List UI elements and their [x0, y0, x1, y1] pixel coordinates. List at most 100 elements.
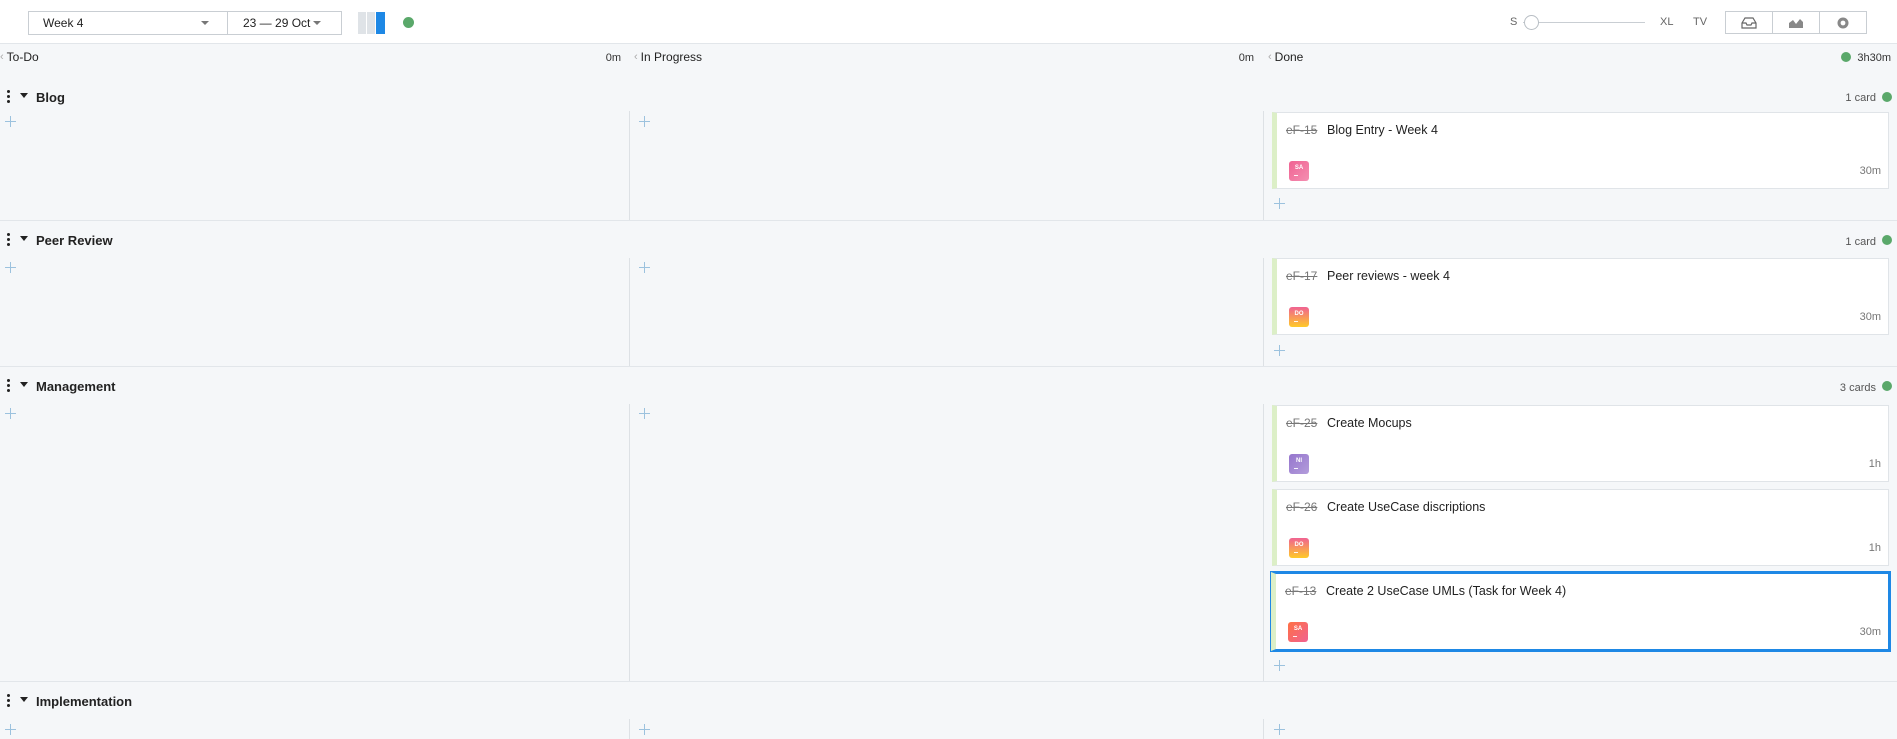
size-label-tv[interactable]: TV [1693, 16, 1707, 28]
week-select-value: Week 4 [43, 16, 84, 30]
lane-menu-icon[interactable] [7, 233, 11, 247]
column-divider [1263, 719, 1264, 739]
collapse-lane-icon[interactable] [20, 93, 28, 98]
assignee-avatar[interactable]: NI [1289, 454, 1309, 474]
task-card[interactable]: eF-25 Create Mocups NI 1h [1272, 405, 1889, 482]
swimlane-implementation: Implementation [0, 682, 1897, 739]
card-time: 30m [1859, 626, 1881, 638]
add-card-icon[interactable] [1274, 345, 1285, 356]
task-card[interactable]: eF-17 Peer reviews - week 4 DO 30m [1272, 258, 1889, 335]
add-card-icon[interactable] [5, 724, 16, 735]
column-status-dot [1841, 52, 1851, 62]
column-header-done[interactable]: ‹ Done [1268, 45, 1303, 69]
column-bar [358, 12, 366, 34]
card-id: eF-17 [1286, 269, 1318, 283]
date-range-select[interactable]: 23 — 29 Oct [227, 11, 342, 35]
lane-status-dot [1882, 235, 1892, 245]
task-card-selected[interactable]: eF-13 Create 2 UseCase UMLs (Task for We… [1271, 572, 1890, 651]
size-label-s: S [1510, 16, 1518, 28]
lane-title: Implementation [36, 694, 133, 709]
add-card-icon[interactable] [639, 116, 650, 127]
lane-menu-icon[interactable] [7, 90, 11, 104]
collapse-lane-icon[interactable] [20, 382, 28, 387]
settings-button[interactable] [1819, 11, 1867, 34]
add-card-icon[interactable] [5, 408, 16, 419]
column-divider [629, 404, 630, 681]
lane-menu-icon[interactable] [7, 694, 11, 708]
lane-card-count: 1 card [1845, 236, 1876, 248]
column-divider [629, 111, 630, 220]
column-divider [1263, 404, 1264, 681]
column-time: 0m [1238, 52, 1254, 64]
collapse-left-icon[interactable]: ‹ [1268, 51, 1272, 63]
collapse-lane-icon[interactable] [20, 697, 28, 702]
column-divider [629, 719, 630, 739]
add-card-icon[interactable] [1274, 660, 1285, 671]
statistics-button[interactable] [1772, 11, 1820, 34]
column-layout-toggle[interactable] [358, 12, 388, 34]
column-title: Done [1274, 50, 1304, 64]
task-card[interactable]: eF-26 Create UseCase discriptions DO 1h [1272, 489, 1889, 566]
lane-title: Management [36, 379, 116, 394]
inbox-button[interactable] [1725, 11, 1773, 34]
add-card-icon[interactable] [5, 262, 16, 273]
column-header-todo[interactable]: ‹ To-Do [0, 45, 39, 69]
lane-header: Blog 1 card [0, 81, 1897, 107]
card-id: eF-15 [1286, 123, 1318, 137]
add-card-icon[interactable] [1274, 724, 1285, 735]
card-size-slider-handle[interactable] [1524, 15, 1539, 30]
lane-title: Blog [36, 90, 65, 105]
card-title: Peer reviews - week 4 [1327, 269, 1450, 283]
column-divider [1263, 258, 1264, 366]
lane-header: Management 3 cards [0, 367, 1897, 394]
toolbar: Week 4 23 — 29 Oct S XL TV [0, 0, 1897, 44]
card-title: Create Mocups [1327, 416, 1412, 430]
task-card[interactable]: eF-15 Blog Entry - Week 4 SA 30m [1272, 112, 1889, 189]
sync-status-dot [403, 17, 414, 28]
card-title: Blog Entry - Week 4 [1327, 123, 1438, 137]
column-title: In Progress [640, 50, 703, 64]
collapse-lane-icon[interactable] [20, 236, 28, 241]
lane-title: Peer Review [36, 233, 113, 248]
column-title: To-Do [6, 50, 39, 64]
week-select[interactable]: Week 4 [28, 11, 228, 35]
collapse-left-icon[interactable]: ‹ [0, 51, 4, 63]
card-size-slider-track[interactable] [1523, 22, 1645, 23]
settings-icon [1837, 17, 1849, 28]
column-time: 0m [605, 52, 621, 64]
chevron-down-icon [201, 21, 209, 25]
column-header-in-progress[interactable]: ‹ In Progress [634, 45, 702, 69]
card-id: eF-26 [1286, 500, 1318, 514]
add-card-icon[interactable] [639, 408, 650, 419]
lane-status-dot [1882, 92, 1892, 102]
lane-card-count: 3 cards [1839, 382, 1876, 394]
collapse-left-icon[interactable]: ‹ [634, 51, 638, 63]
card-time: 30m [1859, 165, 1881, 177]
chart-icon [1789, 18, 1803, 28]
lane-menu-icon[interactable] [7, 379, 11, 393]
card-title: Create UseCase discriptions [1327, 500, 1486, 514]
add-card-icon[interactable] [1274, 198, 1285, 209]
card-title: Create 2 UseCase UMLs (Task for Week 4) [1326, 584, 1567, 598]
assignee-avatar[interactable]: SA [1288, 622, 1308, 642]
column-divider [1263, 111, 1264, 220]
chevron-down-icon [313, 21, 321, 25]
assignee-avatar[interactable]: DO [1289, 538, 1309, 558]
assignee-avatar[interactable]: SA [1289, 161, 1309, 181]
lane-card-count: 1 card [1845, 92, 1876, 104]
lane-header: Peer Review 1 card [0, 221, 1897, 248]
assignee-avatar[interactable]: DO [1289, 307, 1309, 327]
column-time: 3h30m [1857, 52, 1891, 64]
add-card-icon[interactable] [5, 116, 16, 127]
card-time: 1h [1868, 542, 1881, 554]
add-card-icon[interactable] [639, 724, 650, 735]
size-label-xl: XL [1660, 16, 1674, 28]
column-divider [629, 258, 630, 366]
lane-status-dot [1882, 381, 1892, 391]
column-bar [367, 12, 375, 34]
column-bar-active [376, 12, 385, 34]
lane-header: Implementation [0, 682, 1897, 709]
add-card-icon[interactable] [639, 262, 650, 273]
card-time: 30m [1859, 311, 1881, 323]
card-id: eF-25 [1286, 416, 1318, 430]
